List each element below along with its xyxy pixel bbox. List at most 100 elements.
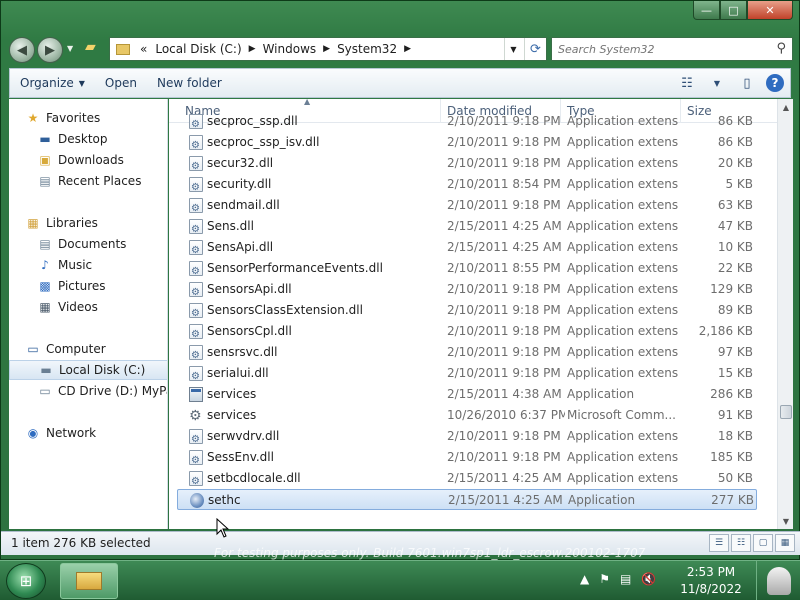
sidebar-item-label: Desktop bbox=[58, 132, 108, 146]
file-row[interactable]: sensrsvc.dll 2/10/2011 9:18 PM Application… bbox=[177, 342, 757, 363]
help-icon[interactable]: ? bbox=[766, 74, 784, 92]
sidebar-item-videos[interactable]: ▦ Videos bbox=[37, 297, 167, 317]
file-name-cell[interactable]: SensorPerformanceEvents.dll bbox=[187, 258, 442, 279]
maximize-button[interactable]: □ bbox=[720, 1, 747, 20]
new-folder-button[interactable]: New folder bbox=[147, 69, 232, 97]
file-name-cell[interactable]: secproc_ssp.dll bbox=[187, 111, 442, 132]
file-row[interactable]: sethc 2/15/2011 4:25 AM Application 277 KB bbox=[177, 489, 757, 510]
sidebar-item-downloads[interactable]: ▣ Downloads bbox=[37, 150, 167, 170]
action-center-flag-icon[interactable]: ⚑ bbox=[599, 572, 610, 586]
file-name-cell[interactable]: serialui.dll bbox=[187, 363, 442, 384]
file-name-cell[interactable]: security.dll bbox=[187, 174, 442, 195]
file-name-cell[interactable]: SensorsClassExtension.dll bbox=[187, 300, 442, 321]
search-input[interactable] bbox=[558, 42, 768, 56]
address-bar[interactable]: « Local Disk (C:) ▶ Windows ▶ System32 ▶… bbox=[109, 37, 547, 61]
sidebar-item-favorites[interactable]: ★ Favorites bbox=[25, 108, 167, 128]
sidebar-item-network[interactable]: ◉ Network bbox=[25, 423, 167, 443]
refresh-icon[interactable]: ⟳ bbox=[524, 38, 546, 60]
vertical-scrollbar[interactable]: ▲ ▼ bbox=[777, 99, 793, 529]
file-row[interactable]: serialui.dll 2/10/2011 9:18 PM Application… bbox=[177, 363, 757, 384]
preview-pane-icon[interactable]: ▯ bbox=[736, 72, 758, 94]
file-row[interactable]: SensorsApi.dll 2/10/2011 9:18 PM Applicati… bbox=[177, 279, 757, 300]
sidebar-item-libraries[interactable]: ▦ Libraries bbox=[25, 213, 167, 233]
address-dropdown-icon[interactable]: ▼ bbox=[504, 38, 522, 60]
file-name-cell[interactable]: SensorsApi.dll bbox=[187, 279, 442, 300]
scroll-down-icon[interactable]: ▼ bbox=[778, 513, 794, 529]
sidebar-item-computer[interactable]: ▭ Computer bbox=[25, 339, 167, 359]
volume-muted-icon[interactable]: 🔇 bbox=[641, 572, 656, 586]
clock[interactable]: 2:53 PM 11/8/2022 bbox=[676, 564, 746, 598]
file-row[interactable]: secproc_ssp.dll 2/10/2011 9:18 PM Applicat… bbox=[177, 111, 757, 132]
close-button[interactable]: ✕ bbox=[747, 1, 793, 20]
file-row[interactable]: secproc_ssp_isv.dll 2/10/2011 9:18 PM Appl… bbox=[177, 132, 757, 153]
file-row[interactable]: services 10/26/2010 6:37 PMMicrosoft Comm… bbox=[177, 405, 757, 426]
minimize-button[interactable]: — bbox=[693, 1, 720, 20]
file-name-cell[interactable]: serwvdrv.dll bbox=[187, 426, 442, 447]
network-tray-icon[interactable]: ▤ bbox=[620, 572, 631, 586]
sidebar-item-cd-drive[interactable]: ▭ CD Drive (D:) MyPal bbox=[37, 381, 167, 401]
search-box[interactable]: ⚲ bbox=[551, 37, 793, 61]
breadcrumb-overflow[interactable]: « bbox=[136, 42, 151, 56]
chevron-right-icon[interactable]: ▶ bbox=[320, 44, 333, 54]
sidebar-item-documents[interactable]: ▤ Documents bbox=[37, 234, 167, 254]
breadcrumb-windows[interactable]: Windows bbox=[259, 42, 321, 56]
file-name-cell[interactable]: secur32.dll bbox=[187, 153, 442, 174]
file-row[interactable]: secur32.dll 2/10/2011 9:18 PM Application … bbox=[177, 153, 757, 174]
details-view-icon[interactable]: ☰ bbox=[709, 534, 729, 552]
file-row[interactable]: Sens.dll 2/15/2011 4:25 AM Application ext… bbox=[177, 216, 757, 237]
file-row[interactable]: SensorsClassExtension.dll 2/10/2011 9:18 … bbox=[177, 300, 757, 321]
large-icons-view-icon[interactable]: ▢ bbox=[753, 534, 773, 552]
recent-pages-dropdown[interactable]: ▼ bbox=[67, 44, 77, 54]
right-arrow-icon: ▶ bbox=[45, 42, 55, 58]
change-view-icon[interactable]: ☷ bbox=[676, 72, 698, 94]
command-bar: Organize ▼ Open New folder ☷ ▼ ▯ ? bbox=[9, 68, 791, 98]
breadcrumb-system32[interactable]: System32 bbox=[333, 42, 401, 56]
tiles-view-icon[interactable]: ▦ bbox=[775, 534, 795, 552]
file-name-cell[interactable]: SensorsCpl.dll bbox=[187, 321, 442, 342]
file-row[interactable]: SessEnv.dll 2/10/2011 9:18 PM Application … bbox=[177, 447, 757, 468]
sidebar-item-desktop[interactable]: ▬ Desktop bbox=[37, 129, 167, 149]
view-options-dropdown-icon[interactable]: ▼ bbox=[706, 72, 728, 94]
chevron-right-icon[interactable]: ▶ bbox=[246, 44, 259, 54]
show-desktop-button[interactable] bbox=[756, 561, 800, 600]
file-name-cell[interactable]: SensApi.dll bbox=[187, 237, 442, 258]
sidebar-item-local-disk[interactable]: ▬ Local Disk (C:) bbox=[9, 360, 167, 380]
sidebar-item-pictures[interactable]: ▩ Pictures bbox=[37, 276, 167, 296]
file-name-cell[interactable]: services bbox=[187, 384, 442, 405]
file-row[interactable]: security.dll 2/10/2011 8:54 PM Application… bbox=[177, 174, 757, 195]
breadcrumb-local-disk[interactable]: Local Disk (C:) bbox=[151, 42, 245, 56]
file-name-cell[interactable]: Sens.dll bbox=[187, 216, 442, 237]
file-row[interactable]: serwvdrv.dll 2/10/2011 9:18 PM Application… bbox=[177, 426, 757, 447]
file-row[interactable]: SensorsCpl.dll 2/10/2011 9:18 PM Applicati… bbox=[177, 321, 757, 342]
forward-button[interactable]: ▶ bbox=[37, 37, 63, 63]
file-name-cell[interactable]: sendmail.dll bbox=[187, 195, 442, 216]
file-row[interactable]: SensApi.dll 2/15/2011 4:25 AM Application … bbox=[177, 237, 757, 258]
file-row[interactable]: SensorPerformanceEvents.dll 2/10/2011 8:5… bbox=[177, 258, 757, 279]
sidebar-item-recent-places[interactable]: ▤ Recent Places bbox=[37, 171, 167, 191]
list-view-icon[interactable]: ☷ bbox=[731, 534, 751, 552]
file-name-cell[interactable]: setbcdlocale.dll bbox=[187, 468, 442, 489]
open-button[interactable]: Open bbox=[95, 69, 147, 97]
file-name-cell[interactable]: secproc_ssp_isv.dll bbox=[187, 132, 442, 153]
sidebar-item-music[interactable]: ♪ Music bbox=[37, 255, 167, 275]
file-name-cell[interactable]: sethc bbox=[188, 490, 443, 511]
file-row[interactable]: sendmail.dll 2/10/2011 9:18 PM Application… bbox=[177, 195, 757, 216]
file-name: SensorsCpl.dll bbox=[207, 324, 292, 338]
file-size-cell: 89 KB bbox=[717, 303, 753, 317]
windows-orb-icon[interactable]: ⊞ bbox=[6, 563, 46, 599]
file-name-cell[interactable]: SessEnv.dll bbox=[187, 447, 442, 468]
back-button[interactable]: ◀ bbox=[9, 37, 35, 63]
taskbar-explorer-button[interactable] bbox=[60, 563, 118, 599]
file-name-cell[interactable]: services bbox=[187, 405, 442, 426]
folder-up-icon[interactable]: ▰ bbox=[85, 39, 105, 59]
search-icon[interactable]: ⚲ bbox=[776, 41, 786, 56]
organize-button[interactable]: Organize ▼ bbox=[10, 69, 95, 97]
scroll-thumb[interactable] bbox=[780, 405, 792, 419]
chevron-right-icon[interactable]: ▶ bbox=[401, 44, 414, 54]
file-name-cell[interactable]: sensrsvc.dll bbox=[187, 342, 442, 363]
file-name: setbcdlocale.dll bbox=[207, 471, 301, 485]
file-row[interactable]: setbcdlocale.dll 2/15/2011 4:25 AM Applica… bbox=[177, 468, 757, 489]
scroll-up-icon[interactable]: ▲ bbox=[778, 99, 794, 115]
tray-overflow-icon[interactable]: ▲ bbox=[580, 572, 589, 586]
file-row[interactable]: services 2/15/2011 4:38 AM Application 286 … bbox=[177, 384, 757, 405]
